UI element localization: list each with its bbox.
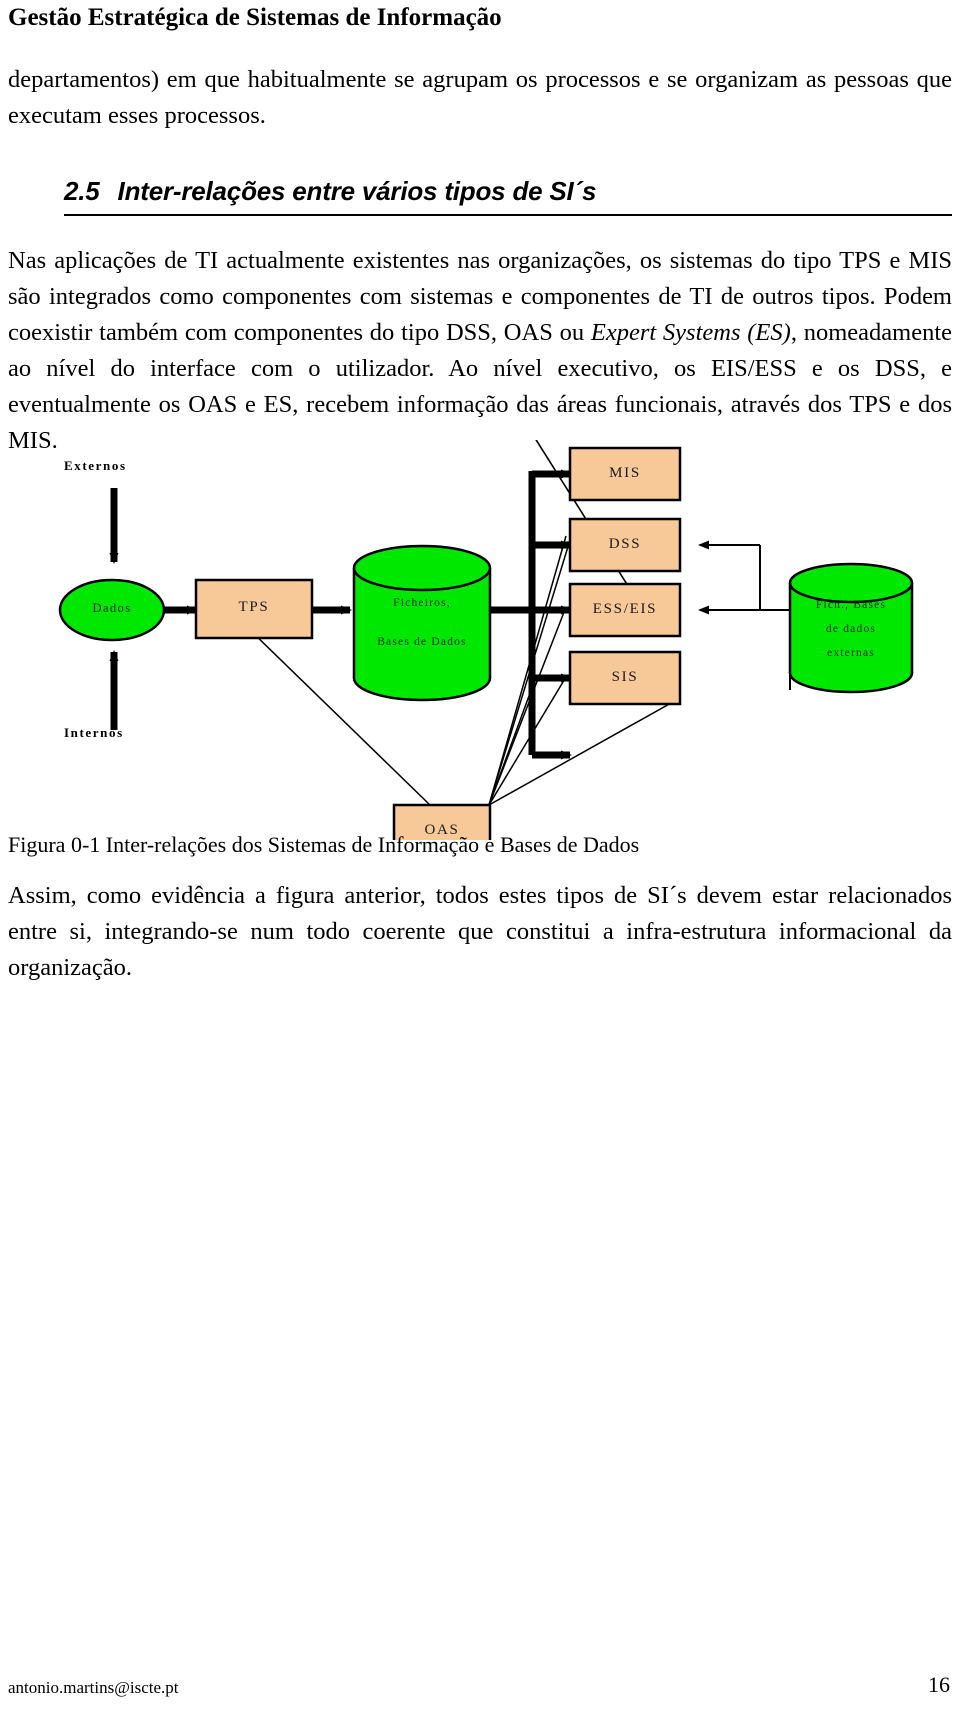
external-db-return-arrows: [698, 540, 791, 690]
footer-email: antonio.martins@iscte.pt: [8, 1678, 179, 1697]
section-number: 2.5: [64, 176, 100, 206]
shape-dss-box: [568, 517, 682, 573]
paragraph-intro: departamentos) em que habitualmente se a…: [8, 66, 952, 129]
label-internos: Internos: [64, 725, 124, 740]
paragraph-body-italic: Expert Systems (ES): [590, 319, 791, 346]
shape-tps-box: [194, 578, 314, 640]
figure-diagram: Externos Internos Dados TPS Ficheiros, B…: [0, 440, 960, 840]
footer-page-number: 16: [928, 1672, 950, 1697]
shape-central-database-cylinder: [352, 544, 492, 702]
shape-dados-ellipse: [58, 578, 166, 642]
diagram-thick-arrows: [109, 469, 572, 760]
document-page: Gestão Estratégica de Sistemas de Inform…: [0, 0, 960, 1726]
shape-external-database-cylinder: [788, 562, 914, 694]
paragraph-closing: Assim, como evidência a figura anterior,…: [8, 882, 952, 981]
shape-ess-eis-box: [568, 582, 682, 638]
document-header-title: Gestão Estratégica de Sistemas de Inform…: [8, 4, 502, 31]
paragraph-body: Nas aplicações de TI actualmente existen…: [8, 243, 952, 459]
figure-caption: Figura 0-1 Inter-relações dos Sistemas d…: [8, 832, 640, 857]
diagram-canvas: [58, 440, 914, 840]
section-heading: 2.5 Inter-relações entre vários tipos de …: [64, 176, 952, 216]
section-title: Inter-relações entre vários tipos de SI´…: [117, 176, 597, 206]
label-externos: Externos: [64, 458, 127, 473]
shape-sis-box: [568, 650, 682, 706]
shape-mis-box: [568, 446, 682, 502]
